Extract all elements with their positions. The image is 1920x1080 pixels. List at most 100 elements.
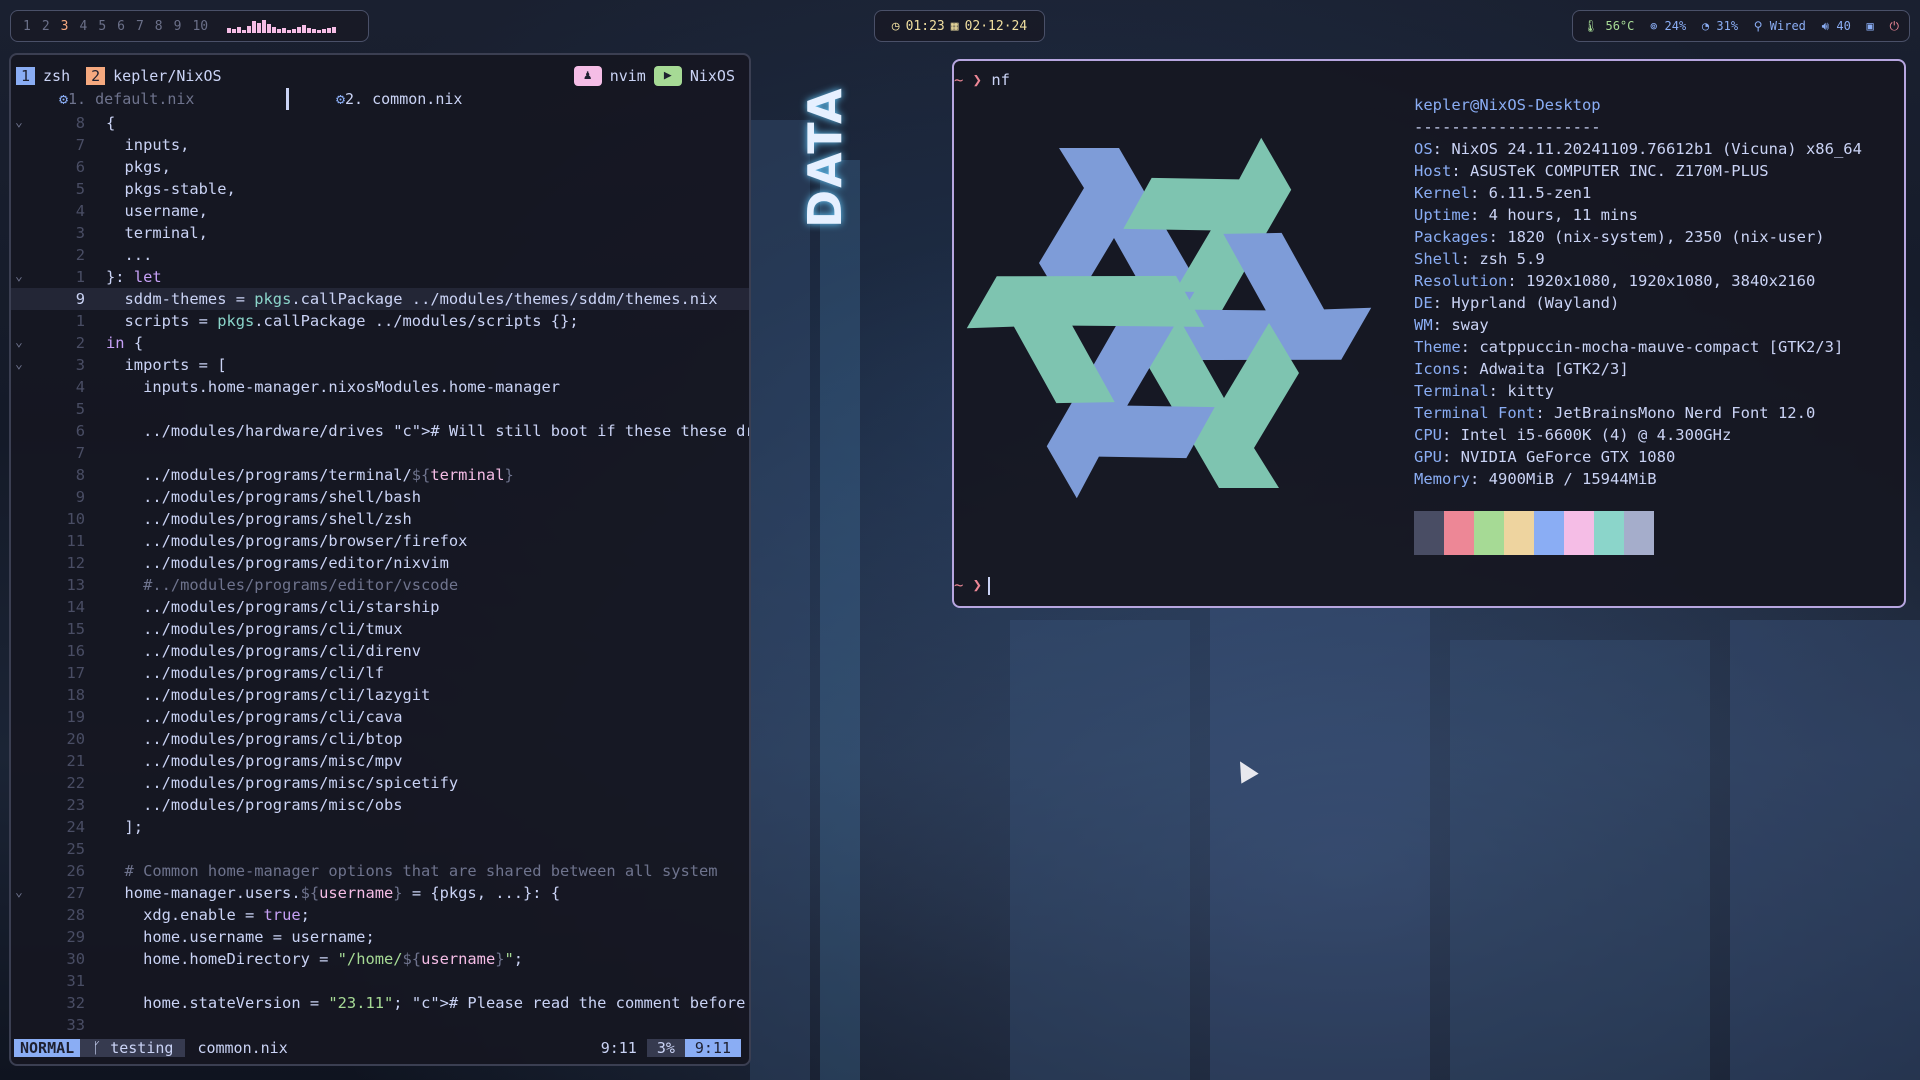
code-line[interactable]: ⌄ 1}: let bbox=[11, 266, 749, 288]
code-line[interactable]: ⌄ 3 imports = [ bbox=[11, 354, 749, 376]
input-prompt[interactable]: ~ ❯ bbox=[954, 576, 990, 595]
cursor-position-right: 9:11 bbox=[684, 1039, 741, 1057]
code-line[interactable]: 9 ../modules/programs/shell/bash bbox=[11, 486, 749, 508]
code-line[interactable]: 26 # Common home-manager options that ar… bbox=[11, 860, 749, 882]
code-line[interactable]: 23 ../modules/programs/misc/obs bbox=[11, 794, 749, 816]
code-line[interactable]: 16 ../modules/programs/cli/direnv bbox=[11, 640, 749, 662]
workspace-5[interactable]: 5 bbox=[98, 19, 106, 34]
code-line[interactable]: 1 scripts = pkgs.callPackage ../modules/… bbox=[11, 310, 749, 332]
info-key: Shell bbox=[1414, 250, 1461, 268]
temperature-status[interactable]: 🌡︎ 56°C bbox=[1583, 19, 1634, 33]
tab-1-label[interactable]: zsh bbox=[35, 67, 78, 85]
code-line[interactable]: 33 bbox=[11, 1014, 749, 1036]
workspace-3[interactable]: 3 bbox=[61, 19, 69, 34]
code-line[interactable]: 20 ../modules/programs/cli/btop bbox=[11, 728, 749, 750]
tab-1-number[interactable]: 1 bbox=[16, 67, 36, 85]
display-icon[interactable]: ▣ bbox=[1867, 19, 1874, 33]
line-number: 31 bbox=[66, 972, 85, 990]
command-line: ~ ❯ nf bbox=[954, 71, 1010, 89]
line-number: 3 bbox=[75, 224, 85, 242]
code-line[interactable]: 25 bbox=[11, 838, 749, 860]
tab-2-number[interactable]: 2 bbox=[86, 67, 106, 85]
code-line[interactable]: 28 xdg.enable = true; bbox=[11, 904, 749, 926]
buffer-1[interactable]: ⚙1. default.nix bbox=[59, 90, 194, 108]
workspace-8[interactable]: 8 bbox=[155, 19, 163, 34]
info-row: Icons: Adwaita [GTK2/3] bbox=[1414, 360, 1629, 378]
code-line[interactable]: 14 ../modules/programs/cli/starship bbox=[11, 596, 749, 618]
calendar-icon: ▦ bbox=[950, 18, 959, 34]
line-number: 5 bbox=[75, 180, 85, 198]
code-line[interactable]: 7 bbox=[11, 442, 749, 464]
line-text: xdg.enable = true; bbox=[106, 906, 310, 924]
code-line[interactable]: 4 inputs.home-manager.nixosModules.home-… bbox=[11, 376, 749, 398]
code-line[interactable]: 15 ../modules/programs/cli/tmux bbox=[11, 618, 749, 640]
code-line[interactable]: 4 username, bbox=[11, 200, 749, 222]
workspace-10[interactable]: 10 bbox=[192, 19, 208, 34]
code-line[interactable]: 32 home.stateVersion = "23.11"; "c"># Pl… bbox=[11, 992, 749, 1014]
code-line[interactable]: 7 inputs, bbox=[11, 134, 749, 156]
code-line[interactable]: 13 #../modules/programs/editor/vscode bbox=[11, 574, 749, 596]
code-line[interactable]: 12 ../modules/programs/editor/nixvim bbox=[11, 552, 749, 574]
terminal-window[interactable]: ~ ❯ nf kepler@NixOS-Desktop ------------… bbox=[952, 59, 1906, 608]
code-line[interactable]: 9 sddm-themes = pkgs.callPackage ../modu… bbox=[11, 288, 749, 310]
session-icon: ▶ bbox=[653, 66, 682, 86]
workspace-6[interactable]: 6 bbox=[117, 19, 125, 34]
code-line[interactable]: 17 ../modules/programs/cli/lf bbox=[11, 662, 749, 684]
memory-status[interactable]: ◔ 31% bbox=[1702, 19, 1738, 33]
clock-widget[interactable]: ◷ 01:23 ▦ 02·12·24 bbox=[874, 10, 1045, 42]
info-value: ASUSTeK COMPUTER INC. Z170M-PLUS bbox=[1470, 162, 1769, 180]
line-number: 3 bbox=[75, 356, 85, 374]
code-line[interactable]: ⌄ 27 home-manager.users.${username} = {pk… bbox=[11, 882, 749, 904]
code-line[interactable]: 18 ../modules/programs/cli/lazygit bbox=[11, 684, 749, 706]
network-status[interactable]: ⚲ Wired bbox=[1754, 19, 1806, 33]
code-line[interactable]: 10 ../modules/programs/shell/zsh bbox=[11, 508, 749, 530]
info-value: 4 hours, 11 mins bbox=[1488, 206, 1638, 224]
info-row: Uptime: 4 hours, 11 mins bbox=[1414, 206, 1638, 224]
code-line[interactable]: 5 bbox=[11, 398, 749, 420]
volume-status[interactable]: 🔊︎ 40 bbox=[1822, 19, 1851, 34]
line-text: }: let bbox=[106, 268, 162, 286]
workspace-1[interactable]: 1 bbox=[23, 19, 31, 34]
nvim-window[interactable]: 1 zsh 2 kepler/NixOS ♟ nvim ▶ NixOS ⚙1. … bbox=[9, 53, 751, 1066]
code-line[interactable]: 29 home.username = username; bbox=[11, 926, 749, 948]
code-line[interactable]: 6 pkgs, bbox=[11, 156, 749, 178]
user-host: kepler@NixOS-Desktop bbox=[1414, 96, 1601, 114]
code-line[interactable]: ⌄ 2 in { bbox=[11, 332, 749, 354]
code-line[interactable]: 2 ... bbox=[11, 244, 749, 266]
workspace-9[interactable]: 9 bbox=[174, 19, 182, 34]
code-line[interactable]: 5 pkgs-stable, bbox=[11, 178, 749, 200]
info-key: Terminal bbox=[1414, 382, 1489, 400]
workspace-2[interactable]: 2 bbox=[42, 19, 50, 34]
line-number: 4 bbox=[75, 378, 85, 396]
line-text: home.homeDirectory = "/home/${username}"… bbox=[106, 950, 524, 968]
info-row: Memory: 4900MiB / 15944MiB bbox=[1414, 470, 1657, 488]
info-row: Terminal Font: JetBrainsMono Nerd Font 1… bbox=[1414, 404, 1816, 422]
line-text: in { bbox=[106, 334, 144, 352]
code-line[interactable]: 11 ../modules/programs/browser/firefox bbox=[11, 530, 749, 552]
network-value: Wired bbox=[1769, 19, 1806, 33]
line-number: 30 bbox=[66, 950, 85, 968]
buffer-2[interactable]: ⚙2. common.nix bbox=[336, 90, 462, 108]
line-number: 7 bbox=[75, 444, 85, 462]
workspace-4[interactable]: 4 bbox=[79, 19, 87, 34]
line-text: ../modules/programs/misc/mpv bbox=[106, 752, 403, 770]
line-text: ../modules/programs/cli/btop bbox=[106, 730, 403, 748]
cpu-status[interactable]: ⊚ 24% bbox=[1650, 19, 1686, 33]
code-line[interactable]: 24 ]; bbox=[11, 816, 749, 838]
workspace-7[interactable]: 7 bbox=[136, 19, 144, 34]
code-editor[interactable]: ⌄ 8{7 inputs, 6 pkgs, 5 pkgs-stable, 4 usern… bbox=[11, 112, 749, 1036]
code-line[interactable]: 6 ../modules/hardware/drives "c"># Will … bbox=[11, 420, 749, 442]
line-text: inputs.home-manager.nixosModules.home-ma… bbox=[106, 378, 561, 396]
power-icon[interactable]: ⏻ bbox=[1889, 19, 1899, 34]
code-line[interactable]: 21 ../modules/programs/misc/mpv bbox=[11, 750, 749, 772]
memory-icon: ◔ bbox=[1701, 19, 1710, 33]
code-line[interactable]: 22 ../modules/programs/misc/spicetify bbox=[11, 772, 749, 794]
code-line[interactable]: 19 ../modules/programs/cli/cava bbox=[11, 706, 749, 728]
tab-2-label[interactable]: kepler/NixOS bbox=[105, 67, 229, 85]
code-line[interactable]: 3 terminal, bbox=[11, 222, 749, 244]
info-value: NVIDIA GeForce GTX 1080 bbox=[1460, 448, 1676, 466]
code-line[interactable]: 30 home.homeDirectory = "/home/${usernam… bbox=[11, 948, 749, 970]
code-line[interactable]: 31 bbox=[11, 970, 749, 992]
code-line[interactable]: ⌄ 8{ bbox=[11, 112, 749, 134]
code-line[interactable]: 8 ../modules/programs/terminal/${termina… bbox=[11, 464, 749, 486]
